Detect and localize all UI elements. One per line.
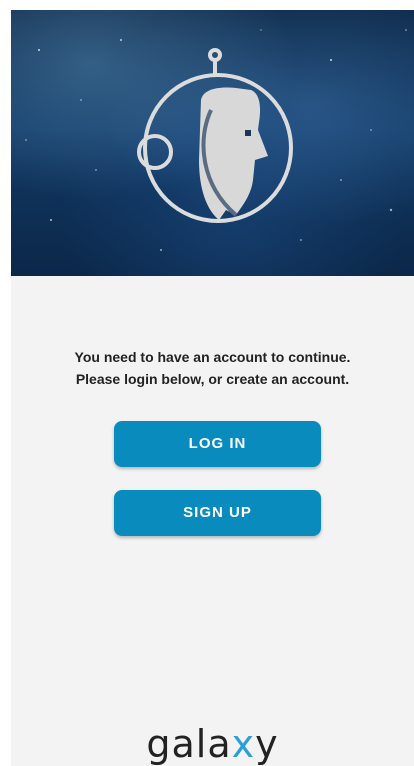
sign-up-button[interactable]: SIGN UP — [114, 490, 321, 536]
message-line-2: Please login below, or create an account… — [75, 371, 350, 387]
brand-wordmark-accent: x — [231, 722, 256, 766]
log-in-button[interactable]: LOG IN — [114, 421, 321, 467]
hero-banner — [11, 10, 414, 276]
brand-wordmark: galaxy — [11, 722, 414, 766]
space-background — [25, 29, 407, 251]
helmet-head-shape — [199, 87, 268, 220]
account-required-message: You need to have an account to continue.… — [11, 346, 414, 390]
app-screen: You need to have an account to continue.… — [11, 10, 414, 766]
brand-wordmark-start: gala — [146, 722, 232, 766]
brand-wordmark-end: y — [255, 722, 279, 766]
message-line-1: You need to have an account to continue. — [74, 349, 351, 365]
